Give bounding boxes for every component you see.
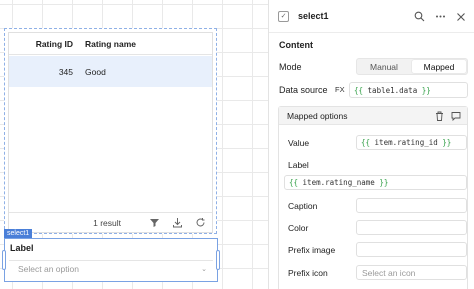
color-field[interactable]: [356, 220, 467, 235]
caption-label: Caption: [288, 201, 318, 211]
mode-segmented-control[interactable]: Manual Mapped: [356, 58, 468, 75]
value-field[interactable]: {{ item.rating_id }}: [356, 135, 467, 150]
caption-field[interactable]: [356, 198, 467, 213]
prefix-icon-field[interactable]: Select an icon: [356, 265, 467, 280]
table: Rating ID Rating name 345 Good 1 result: [8, 32, 213, 233]
data-source-expr: table1.data: [363, 85, 422, 95]
select-component[interactable]: Label Select an option ⌄: [4, 238, 218, 282]
data-source-field[interactable]: {{ table1.data }}: [349, 82, 468, 98]
prefix-image-label: Prefix image: [288, 245, 336, 255]
more-icon[interactable]: [435, 11, 446, 24]
brace-open: {{: [354, 85, 364, 95]
data-source-label: Data source: [279, 85, 328, 95]
inspector-header: ✓ select1: [269, 0, 474, 33]
mode-label: Mode: [279, 62, 302, 72]
prefix-image-field[interactable]: [356, 242, 467, 257]
close-icon[interactable]: [456, 12, 466, 24]
prefix-icon-label: Prefix icon: [288, 268, 328, 278]
filter-icon[interactable]: [149, 217, 160, 228]
cell-rating-id: 345: [58, 66, 73, 77]
mapped-options-title: Mapped options: [287, 110, 348, 121]
brace-open: {{: [289, 178, 299, 187]
inspector-panel: ✓ select1 Content Mode Manual Mapped Dat…: [268, 0, 474, 289]
column-header-rating-id[interactable]: Rating ID: [9, 39, 73, 49]
table-footer: 1 result: [9, 212, 212, 232]
brace-close: }}: [421, 85, 431, 95]
column-header-rating-name[interactable]: Rating name: [85, 39, 136, 49]
fx-toggle[interactable]: FX: [335, 85, 345, 94]
prefix-icon-placeholder: Select an icon: [362, 267, 416, 278]
select-component-icon: ✓: [278, 10, 289, 22]
refresh-icon[interactable]: [195, 217, 206, 228]
trash-icon[interactable]: [435, 111, 444, 123]
label-field[interactable]: {{ item.rating_name }}: [284, 175, 467, 190]
select-label: Label: [10, 243, 34, 253]
component-name[interactable]: select1: [298, 11, 329, 21]
color-label: Color: [288, 223, 309, 233]
cell-rating-name: Good: [85, 66, 106, 77]
brace-close: }}: [379, 178, 389, 187]
result-count: 1 result: [93, 217, 121, 228]
mode-option-manual[interactable]: Manual: [357, 59, 411, 74]
brace-open: {{: [361, 138, 371, 147]
resize-handle-right[interactable]: [216, 250, 220, 270]
component-tag[interactable]: select1: [4, 229, 33, 238]
download-icon[interactable]: [172, 217, 183, 228]
canvas[interactable]: Rating ID Rating name 345 Good 1 result: [0, 0, 268, 289]
table-component[interactable]: Rating ID Rating name 345 Good 1 result: [4, 28, 217, 234]
mapped-options-header: Mapped options: [279, 107, 467, 125]
chevron-down-icon: ⌄: [201, 266, 207, 273]
table-row[interactable]: 345 Good: [9, 56, 212, 87]
label-label: Label: [288, 160, 309, 170]
section-title-content: Content: [279, 40, 313, 50]
value-label: Value: [288, 138, 310, 148]
label-expr: item.rating_name: [298, 178, 380, 187]
select-placeholder: Select an option: [18, 264, 79, 274]
mode-option-mapped[interactable]: Mapped: [412, 60, 466, 73]
search-icon[interactable]: [414, 11, 425, 24]
brace-close: }}: [442, 138, 452, 147]
table-header: Rating ID Rating name: [9, 33, 212, 55]
select-input[interactable]: Select an option ⌄: [9, 260, 213, 277]
value-expr: item.rating_id: [370, 138, 443, 147]
resize-handle-left[interactable]: [2, 250, 6, 270]
mapped-options-box: Mapped options Value {{ item.rating_id }…: [278, 106, 468, 289]
comment-icon[interactable]: [451, 111, 461, 123]
